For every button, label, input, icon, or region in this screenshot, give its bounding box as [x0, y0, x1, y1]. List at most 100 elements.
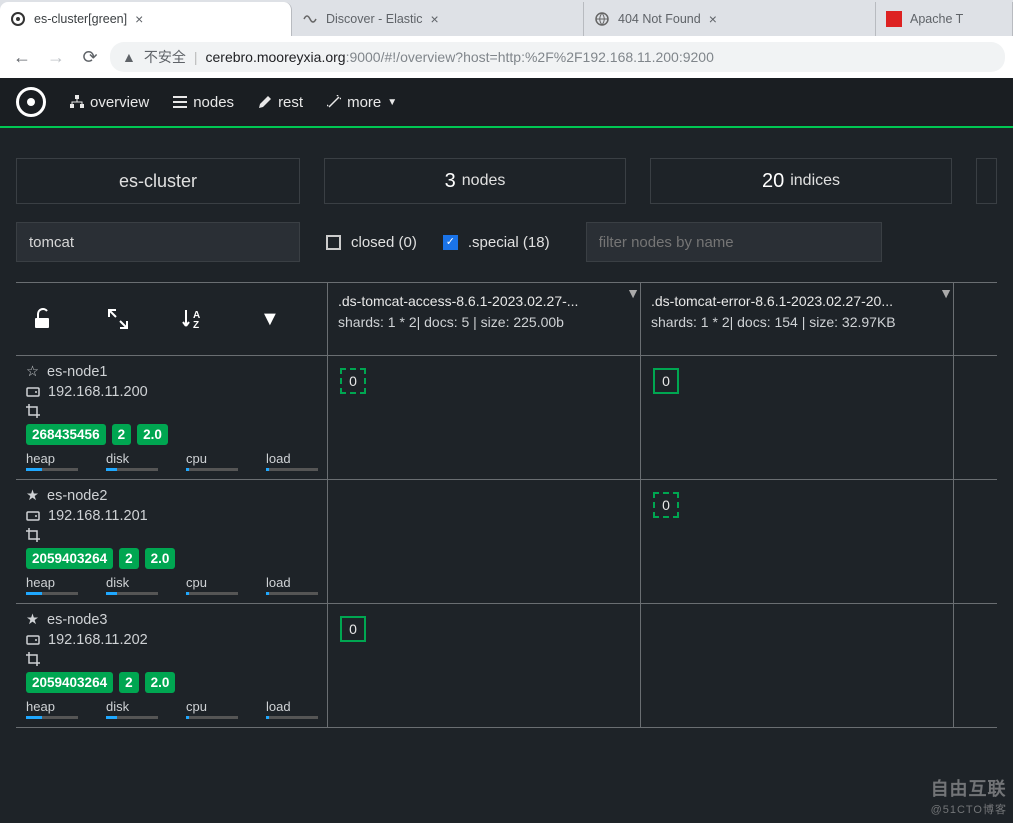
metric-label: disk [106, 575, 158, 590]
shard-cell-empty [954, 480, 997, 603]
node-filter-input[interactable] [586, 222, 882, 262]
grid-header-row: AZ ▼ .ds-tomcat-access-8.6.1-2023.02.27-… [16, 283, 997, 356]
metric-bar [186, 716, 238, 719]
browser-tab-active[interactable]: es-cluster[green] × [0, 2, 292, 36]
checkbox-label: .special (18) [468, 234, 550, 251]
back-button[interactable]: ← [8, 43, 36, 71]
crop-icon[interactable] [26, 528, 40, 542]
app-logo-icon[interactable] [16, 87, 46, 117]
metric-label: disk [106, 699, 158, 714]
close-icon[interactable]: × [709, 11, 717, 27]
url-field[interactable]: ▲ 不安全 | cerebro.mooreyxia.org:9000/#!/ov… [110, 42, 1005, 72]
watermark-sub: @51CTO博客 [931, 801, 1007, 817]
metric-label: heap [26, 699, 78, 714]
browser-tab[interactable]: 404 Not Found × [584, 2, 876, 36]
disk-icon [26, 633, 40, 647]
chevron-down-icon[interactable]: ▼ [626, 283, 640, 304]
forward-button[interactable]: → [42, 43, 70, 71]
nav-rest[interactable]: rest [258, 94, 303, 111]
browser-tab[interactable]: Discover - Elastic × [292, 2, 584, 36]
stat-cluster-name[interactable]: es-cluster [16, 158, 300, 204]
index-meta: shards: 1 * 2| docs: 154 | size: 32.97KB [651, 314, 896, 330]
shard-cell: 0 [328, 356, 641, 479]
node-badge: 2.0 [137, 424, 168, 445]
metric-bar [266, 716, 318, 719]
node-cell: ★es-node3192.168.11.202205940326422.0hea… [16, 604, 328, 727]
metric-label: heap [26, 451, 78, 466]
metric-label: load [266, 575, 318, 590]
tab-title: Discover - Elastic [326, 12, 423, 26]
index-header[interactable]: .ds-tomcat-access-8.6.1-2023.02.27-... s… [328, 283, 641, 355]
nodes-label: nodes [462, 172, 506, 190]
chevron-down-icon[interactable]: ▼ [939, 283, 953, 304]
node-badge: 2 [112, 424, 132, 445]
tab-favicon-icon [886, 11, 902, 27]
app-root: overview nodes rest more ▼ es-cluster 3n… [0, 78, 1013, 823]
node-badges: 26843545622.0 [26, 424, 317, 445]
star-icon[interactable]: ★ [26, 488, 39, 504]
crop-icon[interactable] [26, 404, 40, 418]
star-icon[interactable]: ☆ [26, 364, 39, 380]
reload-button[interactable]: ⟳ [76, 43, 104, 71]
metric-label: disk [106, 451, 158, 466]
allocation-grid: AZ ▼ .ds-tomcat-access-8.6.1-2023.02.27-… [16, 282, 997, 728]
nodes-count: 3 [445, 170, 456, 193]
shard-box[interactable]: 0 [340, 616, 366, 642]
shard-box[interactable]: 0 [653, 492, 679, 518]
url-port: :9000 [346, 49, 381, 65]
browser-tab[interactable]: Apache T [876, 2, 1013, 36]
special-checkbox[interactable]: ✓ .special (18) [443, 234, 550, 251]
disk-icon [26, 509, 40, 523]
node-badge: 2.0 [145, 672, 176, 693]
metric-bar [26, 468, 78, 471]
node-row: ☆es-node1192.168.11.20026843545622.0heap… [16, 356, 997, 480]
expand-icon[interactable] [108, 309, 128, 329]
close-icon[interactable]: × [431, 11, 439, 27]
node-row: ★es-node3192.168.11.202205940326422.0hea… [16, 604, 997, 728]
metric-bar [186, 592, 238, 595]
metric-bar [106, 716, 158, 719]
shard-box[interactable]: 0 [653, 368, 679, 394]
watermark-brand: 自由互联 [931, 779, 1007, 799]
indices-label: indices [790, 172, 840, 190]
metric-label: cpu [186, 575, 238, 590]
crop-icon[interactable] [26, 652, 40, 666]
shard-box[interactable]: 0 [340, 368, 366, 394]
node-name: es-node3 [47, 612, 107, 628]
nav-label: more [347, 94, 381, 111]
sitemap-icon [70, 95, 84, 109]
metric-label: heap [26, 575, 78, 590]
node-metrics: heapdiskcpuload [26, 699, 317, 719]
close-icon[interactable]: × [135, 11, 143, 27]
metric-label: load [266, 699, 318, 714]
stats-row: es-cluster 3 nodes 20 indices [0, 128, 1013, 222]
stat-indices[interactable]: 20 indices [650, 158, 952, 204]
shard-cell [641, 604, 954, 727]
index-title: .ds-tomcat-access-8.6.1-2023.02.27-... [338, 291, 630, 312]
list-icon [173, 95, 187, 109]
url-host: cerebro.mooreyxia.org [206, 49, 346, 65]
shard-cell: 0 [641, 480, 954, 603]
tab-favicon-icon [594, 11, 610, 27]
sort-az-icon[interactable]: AZ [182, 308, 206, 330]
closed-checkbox[interactable]: closed (0) [326, 234, 417, 251]
node-name: es-node2 [47, 488, 107, 504]
metric-bar [186, 468, 238, 471]
nav-more[interactable]: more ▼ [327, 94, 397, 111]
nav-overview[interactable]: overview [70, 94, 149, 111]
star-icon[interactable]: ★ [26, 612, 39, 628]
stat-nodes[interactable]: 3 nodes [324, 158, 626, 204]
address-bar: ← → ⟳ ▲ 不安全 | cerebro.mooreyxia.org:9000… [0, 36, 1013, 78]
shard-cell-empty [954, 356, 997, 479]
index-filter-input[interactable] [16, 222, 300, 262]
unlock-icon[interactable] [32, 308, 54, 330]
disk-icon [26, 385, 40, 399]
stat-extra [976, 158, 997, 204]
indices-count: 20 [762, 170, 784, 193]
index-header[interactable]: .ds-tomcat-error-8.6.1-2023.02.27-20... … [641, 283, 954, 355]
node-ip: 192.168.11.202 [48, 632, 148, 648]
chevron-down-icon[interactable]: ▼ [260, 308, 280, 331]
nav-nodes[interactable]: nodes [173, 94, 234, 111]
shard-cell: 0 [641, 356, 954, 479]
tab-title: 404 Not Found [618, 12, 701, 26]
